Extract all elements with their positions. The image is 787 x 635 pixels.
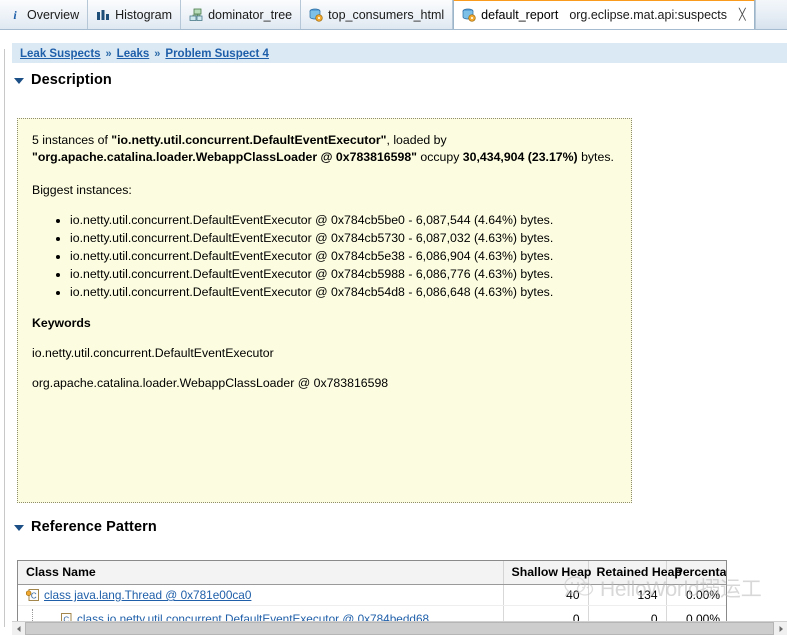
- column-header-retained-heap[interactable]: Retained Heap: [588, 561, 682, 585]
- info-icon: i: [8, 8, 22, 22]
- list-item: io.netty.util.concurrent.DefaultEventExe…: [70, 266, 617, 283]
- list-item: io.netty.util.concurrent.DefaultEventExe…: [70, 248, 617, 265]
- breadcrumb-item-leaks[interactable]: Leaks: [117, 48, 150, 60]
- tab-overview[interactable]: i Overview: [0, 0, 89, 29]
- class-name-link[interactable]: class java.lang.Thread @ 0x781e00ca0: [44, 588, 251, 602]
- list-item: io.netty.util.concurrent.DefaultEventExe…: [70, 284, 617, 301]
- cell-retained-heap: 134: [588, 584, 667, 606]
- reference-pattern-title: Reference Pattern: [31, 519, 157, 535]
- list-item: io.netty.util.concurrent.DefaultEventExe…: [70, 230, 617, 247]
- breadcrumb-item-leak-suspects[interactable]: Leak Suspects: [20, 48, 101, 60]
- tab-histogram-label: Histogram: [115, 7, 173, 22]
- column-header-class-name[interactable]: Class Name: [18, 561, 504, 585]
- tab-top-consumers-html[interactable]: top_consumers_html: [301, 0, 454, 29]
- summary-prefix: 5 instances of: [32, 133, 112, 147]
- close-icon[interactable]: ╳: [739, 9, 746, 21]
- description-panel: 5 instances of "io.netty.util.concurrent…: [17, 118, 632, 503]
- table-row[interactable]: C class java.lang.Thread @ 0x781e00ca0 4…: [18, 584, 726, 606]
- tab-dominator-tree[interactable]: dominator_tree: [181, 0, 302, 29]
- tab-top-consumers-html-label: top_consumers_html: [328, 7, 445, 22]
- chevron-down-icon[interactable]: [14, 78, 24, 84]
- breadcrumb-item-problem-suspect-4[interactable]: Problem Suspect 4: [165, 48, 269, 60]
- tab-bar-filler: [754, 0, 787, 29]
- tree-icon: [189, 8, 203, 22]
- chevron-down-icon[interactable]: [14, 525, 24, 531]
- class-icon: C: [25, 588, 40, 602]
- tab-histogram[interactable]: Histogram: [88, 0, 182, 29]
- tab-default-report-label: default_report: [481, 8, 559, 22]
- cell-class-name[interactable]: C class java.lang.Thread @ 0x781e00ca0: [18, 584, 504, 606]
- summary-class: "io.netty.util.concurrent.DefaultEventEx…: [111, 133, 387, 147]
- list-item: io.netty.util.concurrent.DefaultEventExe…: [70, 212, 617, 229]
- tab-default-report[interactable]: default_report org.eclipse.mat.api:suspe…: [453, 0, 755, 29]
- svg-text:i: i: [13, 8, 17, 22]
- description-section-header[interactable]: Description: [14, 72, 787, 88]
- column-header-shallow-heap[interactable]: Shallow Heap: [503, 561, 591, 585]
- keyword-item: org.apache.catalina.loader.WebappClassLo…: [32, 376, 389, 390]
- svg-text:C: C: [31, 591, 37, 600]
- histogram-icon: [96, 8, 110, 22]
- editor-tab-bar: i Overview Histogram dominator_tree top_…: [0, 0, 787, 30]
- summary-mid: , loaded by: [386, 133, 447, 147]
- cell-shallow-heap: 40: [503, 584, 589, 606]
- description-title: Description: [31, 72, 112, 88]
- horizontal-scrollbar[interactable]: [12, 621, 787, 635]
- report-icon: [462, 8, 476, 22]
- scroll-right-icon[interactable]: [774, 622, 787, 635]
- summary-bytes: 30,434,904 (23.17%): [462, 150, 578, 164]
- cell-percentage: 0.00%: [666, 584, 726, 606]
- biggest-instances-label: Biggest instances:: [32, 183, 132, 197]
- summary-loader: "org.apache.catalina.loader.WebappClassL…: [32, 150, 417, 164]
- summary-occupy: occupy: [417, 150, 463, 164]
- reference-pattern-section-header[interactable]: Reference Pattern: [14, 519, 157, 535]
- tab-overview-label: Overview: [27, 7, 80, 22]
- report-icon: [309, 8, 323, 22]
- description-summary: 5 instances of "io.netty.util.concurrent…: [32, 132, 617, 166]
- scrollbar-thumb[interactable]: [25, 622, 774, 635]
- scroll-left-icon[interactable]: [12, 622, 25, 635]
- column-header-percentage[interactable]: Percentage: [666, 561, 726, 585]
- tab-dominator-tree-label: dominator_tree: [208, 7, 293, 22]
- keyword-item: io.netty.util.concurrent.DefaultEventExe…: [32, 346, 274, 360]
- breadcrumb-separator: »: [105, 48, 112, 60]
- breadcrumb-separator: »: [154, 48, 161, 60]
- tab-default-report-subtitle: org.eclipse.mat.api:suspects: [569, 8, 728, 22]
- keywords-title: Keywords: [32, 316, 91, 330]
- table-header-row: Class Name Shallow Heap Retained Heap Pe…: [18, 561, 726, 585]
- summary-suffix: bytes.: [577, 150, 614, 164]
- left-rail-divider: [4, 49, 5, 627]
- breadcrumb: Leak Suspects » Leaks » Problem Suspect …: [12, 43, 787, 63]
- biggest-instances-list: io.netty.util.concurrent.DefaultEventExe…: [32, 212, 617, 301]
